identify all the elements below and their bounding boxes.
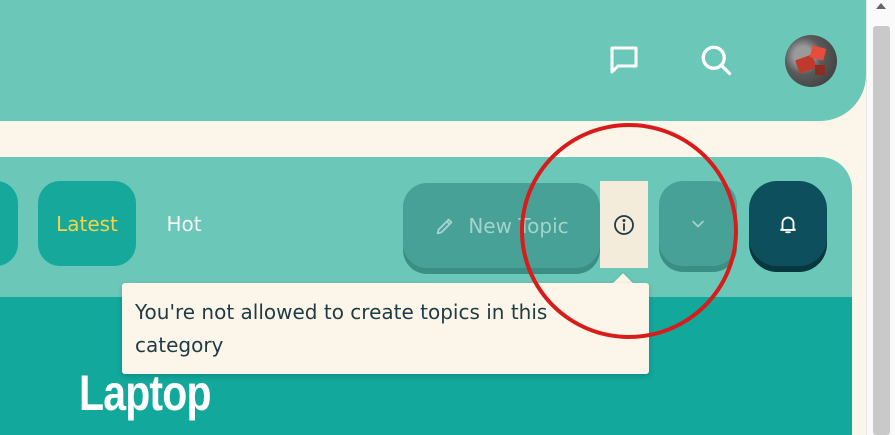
bell-icon: [780, 216, 796, 233]
site-header: [0, 0, 866, 121]
info-icon[interactable]: [600, 181, 648, 268]
chevron-down-icon: [692, 220, 704, 227]
scroll-thumb[interactable]: [873, 26, 890, 435]
tooltip-text: You're not allowed to create topics in t…: [135, 300, 548, 357]
chat-bubble-icon[interactable]: [606, 42, 642, 78]
user-avatar[interactable]: [785, 35, 837, 87]
tab-latest[interactable]: Latest: [38, 181, 136, 266]
tab-hot[interactable]: Hot: [150, 181, 218, 266]
page-scrollbar[interactable]: [866, 0, 895, 435]
scroll-up-arrow-icon[interactable]: [876, 3, 886, 9]
search-icon[interactable]: [698, 42, 734, 78]
new-topic-button[interactable]: New Topic: [403, 183, 600, 268]
page-title: Laptop: [79, 365, 212, 421]
pencil-icon: [437, 218, 453, 234]
notification-button[interactable]: [749, 181, 827, 266]
new-topic-label: New Topic: [468, 213, 569, 238]
nav-pill-partial[interactable]: [0, 181, 18, 266]
topic-options-dropdown[interactable]: [659, 181, 737, 266]
permission-tooltip: You're not allowed to create topics in t…: [122, 283, 649, 374]
